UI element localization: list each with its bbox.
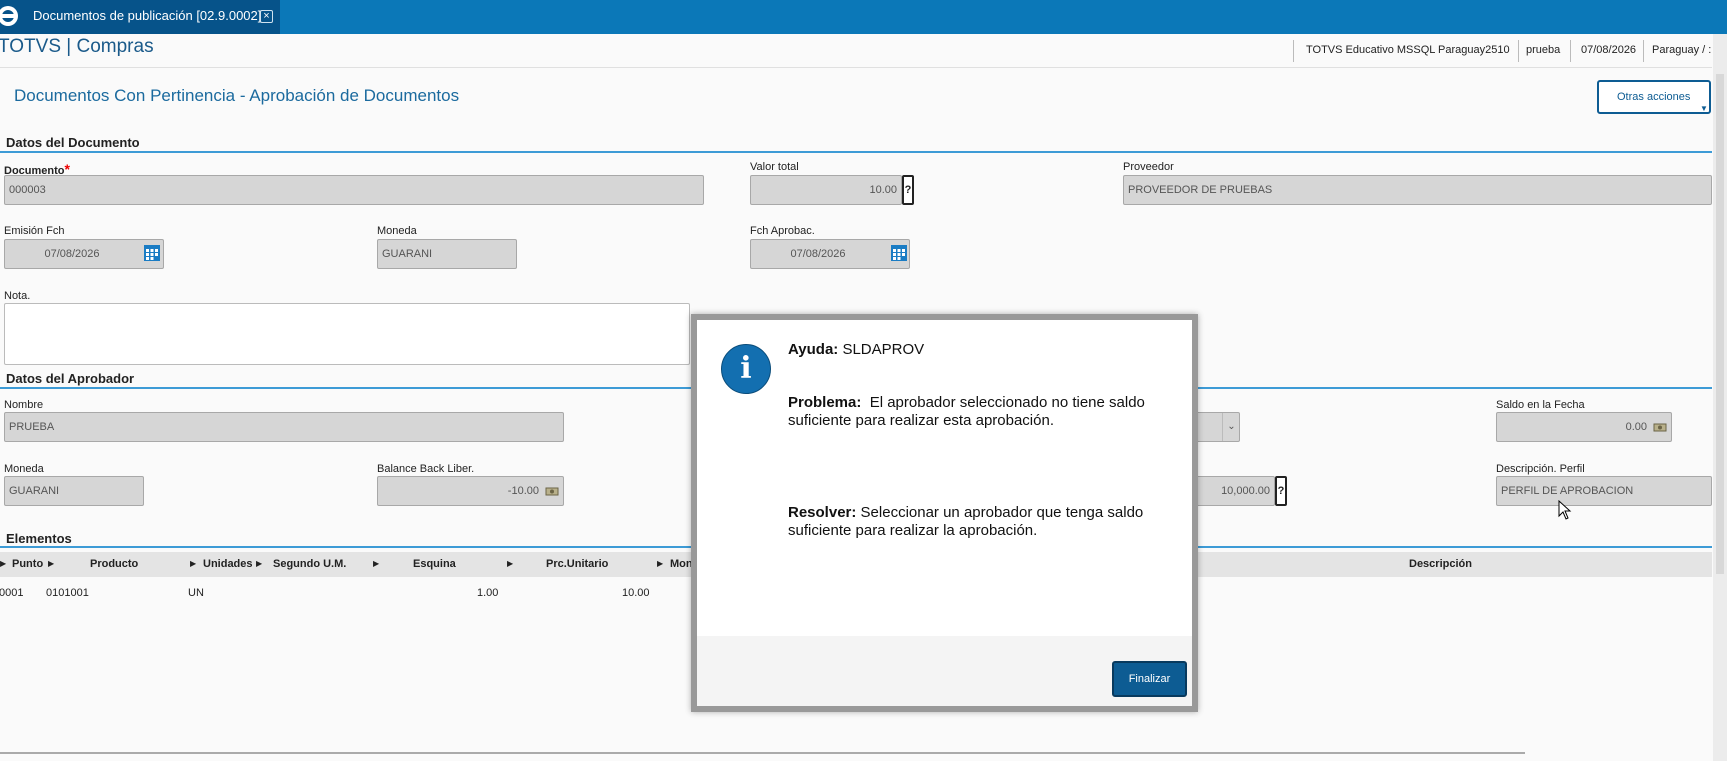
limite-help-button[interactable]: ?: [1275, 476, 1287, 506]
other-actions-button[interactable]: Otras acciones: [1597, 80, 1711, 114]
column-arrow-icon: ▶: [190, 559, 197, 568]
column-header-moneda[interactable]: Mon: [670, 558, 693, 570]
emision-field[interactable]: 07/08/2026: [4, 239, 164, 269]
nombre-field[interactable]: PRUEBA: [4, 412, 564, 442]
header-separator: [1293, 40, 1294, 62]
column-arrow-icon: ▶: [256, 559, 263, 568]
problema-text: Problema: El aprobador seleccionado no t…: [788, 394, 1183, 430]
column-header-esquina[interactable]: Esquina: [413, 558, 456, 570]
nombre-label: Nombre: [4, 399, 44, 411]
app-title: TOTVS | Compras: [0, 36, 154, 57]
column-header-descripcion[interactable]: Descripción: [1409, 558, 1472, 570]
column-header-segundo-um[interactable]: Segundo U.M.: [273, 558, 346, 570]
column-arrow-icon: ▶: [0, 559, 7, 568]
column-header-producto[interactable]: Producto: [90, 558, 138, 570]
finalizar-button[interactable]: Finalizar: [1112, 661, 1187, 697]
header-separator: [1570, 40, 1571, 62]
proveedor-label: Proveedor: [1123, 161, 1174, 173]
other-actions-label: Otras acciones: [1617, 91, 1691, 103]
mouse-cursor-icon: [1558, 500, 1572, 520]
moneda-label: Moneda: [377, 225, 417, 237]
problema-label: Problema:: [788, 394, 862, 411]
vertical-scrollbar[interactable]: [1713, 34, 1727, 761]
close-tab-icon[interactable]: ×: [260, 10, 273, 23]
totvs-logo-icon[interactable]: [0, 4, 22, 28]
nota-textarea[interactable]: [4, 303, 690, 365]
balance-label: Balance Back Liber.: [377, 463, 475, 475]
environment-label: TOTVS Educativo MSSQL Paraguay2510: [1306, 44, 1510, 56]
fch-aprobac-label: Fch Aprobac.: [750, 225, 815, 237]
saldo-fecha-label: Saldo en la Fecha: [1496, 399, 1585, 411]
country-label: Paraguay / :: [1652, 44, 1712, 56]
caret-down-icon: ▼: [1700, 104, 1708, 113]
documento-field[interactable]: 000003: [4, 175, 704, 205]
proveedor-field[interactable]: PROVEEDOR DE PRUEBAS: [1123, 175, 1712, 205]
fch-aprobac-value: 07/08/2026: [790, 248, 846, 260]
fch-aprobac-field[interactable]: 07/08/2026: [750, 239, 910, 269]
column-arrow-icon: ▶: [507, 559, 514, 568]
resolver-text: Resolver: Seleccionar un aprobador que t…: [788, 504, 1183, 540]
perfil-field[interactable]: PERFIL DE APROBACION: [1496, 476, 1712, 506]
perfil-label: Descripción. Perfil: [1496, 463, 1585, 475]
valor-total-field[interactable]: 10.00: [750, 175, 902, 205]
cell-unidad: UN: [188, 587, 204, 599]
column-arrow-icon: ▶: [48, 559, 55, 568]
header-divider: [0, 67, 1712, 68]
money-icon: [545, 487, 559, 496]
horizontal-scrollbar[interactable]: [0, 752, 1525, 754]
moneda-aprobador-field[interactable]: GUARANI: [4, 476, 144, 506]
column-header-prc-unitario[interactable]: Prc.Unitario: [546, 558, 608, 570]
info-icon: i: [721, 344, 771, 394]
tab-title: Documentos de publicación [02.9.0002]: [33, 8, 262, 23]
valor-total-label: Valor total: [750, 161, 799, 173]
saldo-fecha-field[interactable]: 0.00: [1496, 412, 1672, 442]
ayuda-value: SLDAPROV: [842, 341, 925, 358]
resolver-label: Resolver:: [788, 504, 857, 521]
chevron-down-icon[interactable]: ⌄: [1222, 413, 1240, 441]
emision-label: Emisión Fch: [4, 225, 65, 237]
column-arrow-icon: ▶: [373, 559, 380, 568]
cell-esquina: 1.00: [477, 587, 499, 599]
header-separator: [1518, 40, 1519, 62]
moneda-aprobador-label: Moneda: [4, 463, 44, 475]
limite-field[interactable]: 10,000.00: [1190, 476, 1275, 506]
balance-value: -10.00: [507, 485, 539, 497]
header-separator: [1643, 40, 1644, 62]
cell-punto: 0001: [0, 587, 24, 599]
money-icon: [1653, 423, 1667, 432]
column-arrow-icon: ▶: [657, 559, 664, 568]
nota-label: Nota.: [4, 290, 31, 302]
emision-value: 07/08/2026: [44, 248, 100, 260]
balance-field[interactable]: -10.00: [377, 476, 564, 506]
column-header-punto[interactable]: Punto: [12, 558, 43, 570]
moneda-field[interactable]: GUARANI: [377, 239, 517, 269]
calendar-icon[interactable]: [144, 245, 160, 261]
column-header-unidades[interactable]: Unidades: [203, 558, 253, 570]
section-title-document: Datos del Documento: [6, 135, 140, 150]
date-label: 07/08/2026: [1581, 44, 1637, 56]
scrollbar-thumb[interactable]: [1716, 74, 1724, 574]
help-dialog: i Ayuda: SLDAPROV Problema: El aprobador…: [691, 314, 1198, 712]
cell-precio: 10.00: [622, 587, 650, 599]
valor-total-help-button[interactable]: ?: [902, 175, 914, 205]
section-divider: [0, 151, 1712, 153]
section-title-approver: Datos del Aprobador: [6, 371, 135, 386]
user-label: prueba: [1526, 44, 1561, 56]
tab-documentos-publicacion[interactable]: Documentos de publicación [02.9.0002]: [0, 0, 280, 34]
cell-producto: 0101001: [46, 587, 89, 599]
calendar-icon[interactable]: [891, 245, 907, 261]
ayuda-text: Ayuda: SLDAPROV: [788, 341, 1183, 359]
saldo-fecha-value: 0.00: [1625, 421, 1647, 433]
ayuda-label: Ayuda:: [788, 341, 839, 358]
page-title: Documentos Con Pertinencia - Aprobación …: [14, 86, 460, 105]
section-title-elements: Elementos: [6, 531, 72, 546]
